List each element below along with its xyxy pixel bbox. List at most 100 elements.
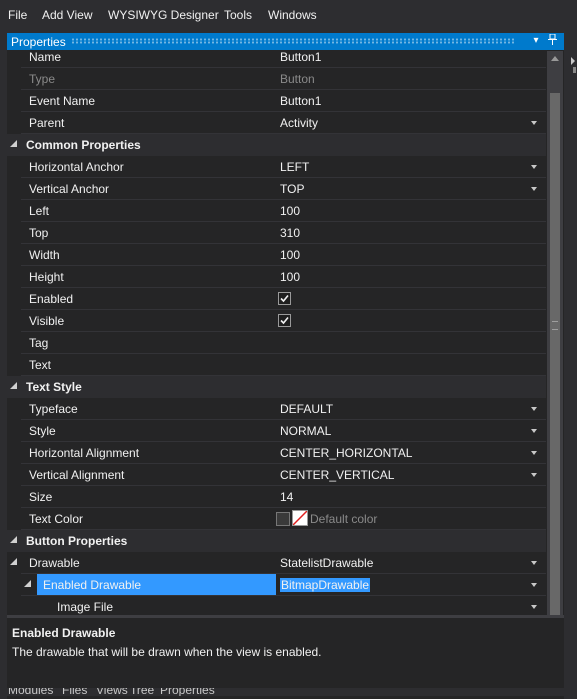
property-row-drawable[interactable]: Drawable StatelistDrawable [7, 552, 546, 574]
dropdown-arrow-icon[interactable] [531, 165, 537, 169]
property-row-text[interactable]: Text [7, 354, 546, 376]
property-row-visible[interactable]: Visible [7, 310, 546, 332]
property-value[interactable]: 14 [280, 490, 293, 504]
property-value[interactable]: CENTER_HORIZONTAL [280, 446, 412, 460]
property-row-event-name[interactable]: Event Name Button1 [7, 90, 546, 112]
property-value[interactable]: TOP [280, 182, 304, 196]
dropdown-arrow-icon[interactable] [531, 451, 537, 455]
property-name: Height [29, 270, 64, 284]
dropdown-arrow-icon[interactable] [531, 473, 537, 477]
menu-add-view[interactable]: Add View [42, 8, 92, 22]
property-value[interactable]: Button1 [280, 94, 321, 108]
chevron-down-icon[interactable]: ▾ [530, 34, 542, 48]
dropdown-arrow-icon[interactable] [531, 561, 537, 565]
scrollbar-thumb[interactable] [550, 93, 560, 623]
gutter-cell [7, 398, 21, 419]
property-value[interactable]: DEFAULT [280, 402, 333, 416]
property-row-vertical-anchor[interactable]: Vertical Anchor TOP [7, 178, 546, 200]
property-row-enabled[interactable]: Enabled [7, 288, 546, 310]
valcell-cell [277, 156, 546, 177]
property-value[interactable]: Activity [280, 116, 318, 130]
scroll-tick [573, 67, 576, 73]
tab-views[interactable]: Views [96, 688, 128, 696]
collapse-icon[interactable] [10, 536, 17, 543]
property-row-horizontal-anchor[interactable]: Horizontal Anchor LEFT [7, 156, 546, 178]
checkbox[interactable] [278, 292, 291, 305]
category-common-properties[interactable]: Common Properties [7, 134, 546, 156]
dropdown-arrow-icon[interactable] [531, 121, 537, 125]
property-value[interactable]: Button1 [280, 51, 321, 64]
dropdown-arrow-icon[interactable] [531, 429, 537, 433]
vertical-scrollbar[interactable] [547, 51, 563, 630]
property-value[interactable]: 310 [280, 226, 300, 240]
property-value[interactable]: CENTER_VERTICAL [280, 468, 394, 482]
property-value[interactable]: BitmapDrawable [280, 578, 371, 592]
category-button-properties[interactable]: Button Properties [7, 530, 546, 552]
namecell-cell [21, 222, 276, 243]
property-row-horizontal-alignment[interactable]: Horizontal Alignment CENTER_HORIZONTAL [7, 442, 546, 464]
valcell-cell [277, 288, 546, 309]
property-name: Type [29, 72, 56, 86]
no-color-icon[interactable] [292, 510, 308, 526]
menu-windows[interactable]: Windows [268, 8, 317, 22]
description-text: The drawable that will be drawn when the… [12, 645, 322, 659]
property-row-style[interactable]: Style NORMAL [7, 420, 546, 442]
property-row-parent[interactable]: Parent Activity [7, 112, 546, 134]
property-value[interactable]: Button [280, 72, 315, 86]
property-row-enabled-drawable[interactable]: Enabled Drawable BitmapDrawable [7, 574, 546, 596]
valcell-cell [277, 354, 546, 375]
property-row-tag[interactable]: Tag [7, 332, 546, 354]
property-value[interactable]: NORMAL [280, 424, 331, 438]
dropdown-arrow-icon[interactable] [531, 407, 537, 411]
gutter-cell [7, 574, 21, 595]
property-name: Vertical Anchor [29, 182, 110, 196]
dropdown-arrow-icon[interactable] [531, 583, 537, 587]
property-name: Horizontal Alignment [29, 446, 140, 460]
tab-files[interactable]: Files [62, 688, 87, 696]
collapse-icon[interactable] [10, 140, 17, 147]
properties-titlebar[interactable]: Properties ▾ [7, 33, 564, 50]
valcell-cell [277, 222, 546, 243]
property-row-height[interactable]: Height 100 [7, 266, 546, 288]
pin-icon[interactable] [546, 33, 558, 48]
gutter-cell [7, 332, 21, 353]
color-swatch-empty[interactable] [276, 512, 290, 526]
menu-wysiwyg-designer[interactable]: WYSIWYG Designer [108, 8, 219, 22]
chevron-right-icon[interactable] [571, 57, 575, 65]
collapse-icon[interactable] [24, 580, 31, 587]
menu-file[interactable]: File [8, 8, 27, 22]
property-name: Image File [57, 600, 114, 614]
property-row-text-color[interactable]: Text Color Default color [7, 508, 546, 530]
namecell-cell [21, 68, 276, 89]
selected-value-text[interactable]: BitmapDrawable [280, 578, 371, 592]
category-text-style[interactable]: Text Style [7, 376, 546, 398]
property-row-type[interactable]: Type Button [7, 68, 546, 90]
property-value[interactable]: LEFT [280, 160, 309, 174]
property-row-name[interactable]: Name Button1 [7, 51, 546, 68]
property-row-vertical-alignment[interactable]: Vertical Alignment CENTER_VERTICAL [7, 464, 546, 486]
tab-properties[interactable]: Properties [160, 688, 215, 696]
namecell-cell [21, 486, 276, 507]
property-value[interactable]: 100 [280, 248, 300, 262]
dropdown-arrow-icon[interactable] [531, 187, 537, 191]
menu-tools[interactable]: Tools [224, 8, 252, 22]
property-value[interactable]: StatelistDrawable [280, 556, 373, 570]
checkbox[interactable] [278, 314, 291, 327]
property-row-size[interactable]: Size 14 [7, 486, 546, 508]
category-label: Text Style [26, 380, 82, 394]
collapse-icon[interactable] [10, 558, 17, 565]
property-value[interactable]: Default color [310, 512, 377, 526]
property-row-left[interactable]: Left 100 [7, 200, 546, 222]
dropdown-arrow-icon[interactable] [531, 605, 537, 609]
tab-tree[interactable]: Tree [130, 688, 154, 696]
property-row-top[interactable]: Top 310 [7, 222, 546, 244]
gutter-cell [7, 68, 21, 89]
tab-modules[interactable]: Modules [8, 688, 53, 696]
property-row-width[interactable]: Width 100 [7, 244, 546, 266]
scroll-up-icon[interactable] [551, 56, 559, 61]
property-name: Text Color [29, 512, 84, 526]
property-value[interactable]: 100 [280, 204, 300, 218]
collapse-icon[interactable] [10, 382, 17, 389]
property-value[interactable]: 100 [280, 270, 300, 284]
property-row-typeface[interactable]: Typeface DEFAULT [7, 398, 546, 420]
